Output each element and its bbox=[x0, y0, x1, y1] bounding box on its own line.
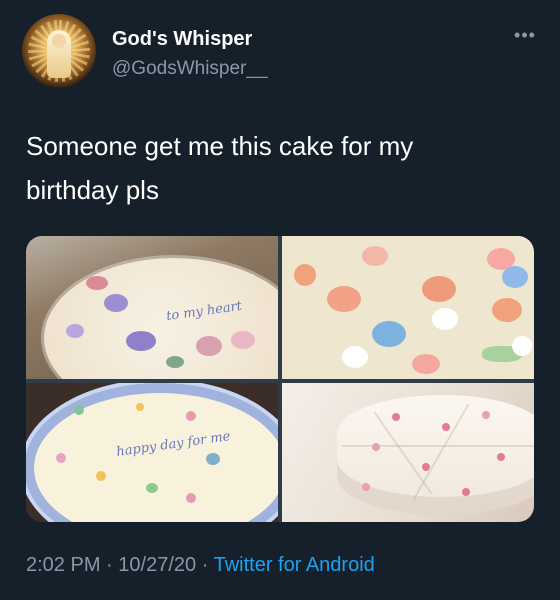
cake-photo-3[interactable]: happy day for me bbox=[26, 383, 278, 522]
sprinkle-decoration bbox=[372, 443, 380, 451]
flower-decoration bbox=[492, 298, 522, 322]
flower-decoration bbox=[231, 331, 255, 349]
tweet-date[interactable]: 10/27/20 bbox=[118, 554, 196, 576]
cake-top bbox=[34, 393, 278, 522]
flower-decoration bbox=[196, 336, 222, 356]
flower-decoration bbox=[294, 264, 316, 286]
cake-photo-2[interactable] bbox=[282, 236, 534, 379]
sprinkle-decoration bbox=[462, 488, 470, 496]
sprinkle-decoration bbox=[497, 453, 505, 461]
flower-decoration bbox=[186, 411, 196, 421]
sprinkle-decoration bbox=[392, 413, 400, 421]
flower-decoration bbox=[166, 356, 184, 368]
flower-decoration bbox=[104, 294, 128, 312]
flower-decoration bbox=[96, 471, 106, 481]
flower-decoration bbox=[74, 405, 84, 415]
cake-photo-1[interactable]: to my heart bbox=[26, 236, 278, 379]
tweet-text-line: Someone get me this cake for my bbox=[26, 131, 414, 161]
flower-decoration bbox=[206, 453, 220, 465]
flower-decoration bbox=[66, 324, 84, 338]
tweet-card: God's Whisper @GodsWhisper__ ••• Someone… bbox=[0, 0, 560, 600]
flower-decoration bbox=[512, 336, 532, 356]
flower-decoration bbox=[422, 276, 456, 302]
flower-decoration bbox=[86, 276, 108, 290]
tweet-meta: 2:02 PM · 10/27/20 · Twitter for Android bbox=[26, 554, 375, 582]
flower-decoration bbox=[327, 286, 361, 312]
flower-decoration bbox=[412, 354, 440, 374]
flower-decoration bbox=[342, 346, 368, 368]
sprinkle-decoration bbox=[362, 483, 370, 491]
meta-separator: · bbox=[201, 554, 209, 576]
flower-decoration bbox=[136, 403, 144, 411]
more-horizontal-icon[interactable]: ••• bbox=[512, 26, 538, 48]
sprinkle-decoration bbox=[482, 411, 490, 419]
flower-decoration bbox=[502, 266, 528, 288]
media-grid: to my heart happy day for me bbox=[26, 236, 534, 522]
tweet-header: God's Whisper @GodsWhisper__ ••• bbox=[22, 14, 538, 94]
display-name[interactable]: God's Whisper bbox=[112, 28, 252, 51]
tweet-source-link[interactable]: Twitter for Android bbox=[214, 554, 375, 576]
slice-line bbox=[342, 445, 534, 447]
meta-separator: · bbox=[106, 554, 113, 576]
cake-top bbox=[44, 258, 278, 379]
flower-decoration bbox=[56, 453, 66, 463]
flower-decoration bbox=[372, 321, 406, 347]
flower-decoration bbox=[362, 246, 388, 266]
avatar-face bbox=[52, 34, 66, 48]
cake-photo-4[interactable] bbox=[282, 383, 534, 522]
flower-decoration bbox=[432, 308, 458, 330]
user-handle[interactable]: @GodsWhisper__ bbox=[112, 58, 268, 80]
flower-decoration bbox=[146, 483, 158, 493]
flower-decoration bbox=[126, 331, 156, 351]
sprinkle-decoration bbox=[442, 423, 450, 431]
tweet-text: Someone get me this cake for my birthday… bbox=[26, 124, 526, 212]
flower-decoration bbox=[186, 493, 196, 503]
sprinkle-decoration bbox=[422, 463, 430, 471]
avatar[interactable] bbox=[22, 14, 96, 88]
tweet-text-line: birthday pls bbox=[26, 175, 159, 205]
tweet-time[interactable]: 2:02 PM bbox=[26, 554, 100, 576]
